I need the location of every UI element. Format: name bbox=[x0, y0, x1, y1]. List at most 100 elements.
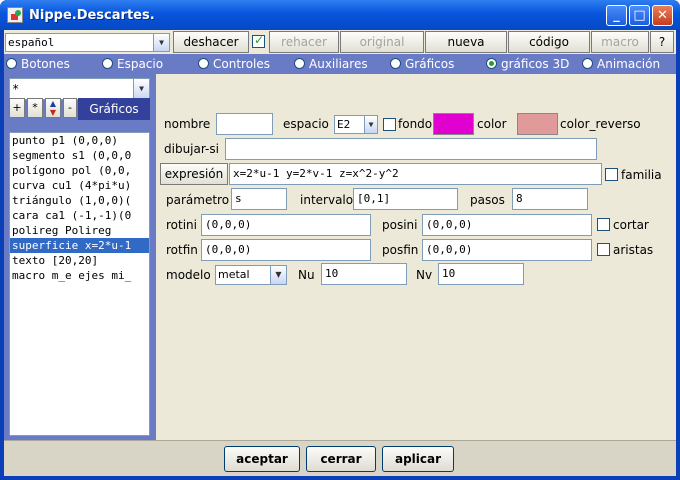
tab-label: Controles bbox=[213, 57, 271, 71]
fondo-checkbox[interactable] bbox=[383, 118, 396, 131]
tab-label: Gráficos bbox=[405, 57, 455, 71]
undo-checkbox[interactable] bbox=[252, 33, 265, 48]
modelo-label: modelo bbox=[166, 268, 211, 282]
cortar-checkbox[interactable] bbox=[597, 218, 610, 231]
new-button[interactable]: nueva bbox=[425, 31, 507, 53]
minimize-icon: _ bbox=[613, 8, 620, 23]
posini-input[interactable]: (0,0,0) bbox=[422, 214, 592, 236]
pasos-label: pasos bbox=[470, 193, 505, 207]
posfin-label: posfin bbox=[382, 243, 419, 257]
dibujar-si-input[interactable] bbox=[225, 138, 597, 160]
tab-auxiliares[interactable]: Auxiliares bbox=[294, 56, 368, 72]
tab-label: Auxiliares bbox=[309, 57, 368, 71]
color-reverso-label: color_reverso bbox=[560, 117, 641, 131]
list-item[interactable]: texto [20,20] bbox=[10, 253, 149, 268]
graficos-panel-tab[interactable]: Gráficos bbox=[78, 98, 150, 120]
aristas-label: aristas bbox=[613, 243, 654, 257]
close-icon: ✕ bbox=[657, 8, 668, 23]
left-panel: * ▼ + * ▲ ▼ - Gráficos punto p1 (0,0,0) s… bbox=[4, 74, 156, 440]
rotini-label: rotini bbox=[166, 218, 197, 232]
tab-controles[interactable]: Controles bbox=[198, 56, 270, 72]
list-item-selected[interactable]: superficie x=2*u-1 bbox=[10, 238, 149, 253]
accept-button[interactable]: aceptar bbox=[224, 446, 300, 472]
espacio-value: E2 bbox=[337, 118, 351, 131]
rotini-input[interactable]: (0,0,0) bbox=[201, 214, 371, 236]
filter-select[interactable]: * ▼ bbox=[9, 78, 150, 100]
parametro-input[interactable]: s bbox=[231, 188, 287, 210]
close-dialog-button[interactable]: cerrar bbox=[306, 446, 376, 472]
macro-button[interactable]: macro bbox=[591, 31, 649, 53]
cortar-label: cortar bbox=[613, 218, 649, 232]
properties-panel: nombre espacio E2 ▼ fondo color color_re… bbox=[156, 74, 676, 440]
tab-label: Espacio bbox=[117, 57, 164, 71]
undo-button[interactable]: deshacer bbox=[173, 31, 249, 53]
color-reverso-swatch[interactable] bbox=[517, 113, 558, 135]
radio-icon bbox=[582, 58, 593, 69]
fondo-label: fondo bbox=[398, 117, 433, 131]
move-button[interactable]: ▲ ▼ bbox=[45, 98, 61, 118]
chevron-down-icon: ▼ bbox=[364, 116, 377, 133]
posfin-input[interactable]: (0,0,0) bbox=[422, 239, 592, 261]
redo-button[interactable]: rehacer bbox=[269, 31, 339, 53]
radio-icon bbox=[198, 58, 209, 69]
add-button[interactable]: + bbox=[9, 98, 25, 118]
expresion-button[interactable]: expresión bbox=[160, 163, 228, 185]
color-label: color bbox=[477, 117, 507, 131]
list-item[interactable]: cara ca1 (-1,-1)(0 bbox=[10, 208, 149, 223]
title-bar[interactable]: Nippe.Descartes. _ □ ✕ bbox=[0, 0, 680, 30]
list-item[interactable]: polígono pol (0,0, bbox=[10, 163, 149, 178]
radio-selected-icon bbox=[486, 58, 497, 69]
posini-label: posini bbox=[382, 218, 418, 232]
dibujar-si-label: dibujar-si bbox=[164, 142, 219, 156]
code-button[interactable]: código bbox=[508, 31, 590, 53]
remove-button[interactable]: - bbox=[63, 98, 77, 118]
familia-label: familia bbox=[621, 168, 662, 182]
list-item[interactable]: triángulo (1,0,0)( bbox=[10, 193, 149, 208]
language-value: español bbox=[8, 36, 55, 49]
nombre-input[interactable] bbox=[216, 113, 273, 135]
tab-botones[interactable]: Botones bbox=[6, 56, 70, 72]
toolbar: español ▼ deshacer rehacer original nuev… bbox=[4, 30, 676, 54]
tab-label: Botones bbox=[21, 57, 70, 71]
nv-input[interactable]: 10 bbox=[438, 263, 524, 285]
list-item[interactable]: segmento s1 (0,0,0 bbox=[10, 148, 149, 163]
tab-graficos-3d[interactable]: gráficos 3D bbox=[486, 56, 569, 72]
chevron-down-icon: ▼ bbox=[133, 79, 149, 99]
list-item[interactable]: polireg Polireg bbox=[10, 223, 149, 238]
language-select[interactable]: español ▼ bbox=[5, 33, 170, 52]
espacio-label: espacio bbox=[283, 117, 329, 131]
original-button[interactable]: original bbox=[340, 31, 424, 53]
duplicate-button[interactable]: * bbox=[27, 98, 43, 118]
intervalo-input[interactable]: [0,1] bbox=[353, 188, 458, 210]
client-area: español ▼ deshacer rehacer original nuev… bbox=[4, 30, 676, 476]
graphics-list[interactable]: punto p1 (0,0,0) segmento s1 (0,0,0 polí… bbox=[9, 132, 150, 436]
pasos-input[interactable]: 8 bbox=[512, 188, 588, 210]
app-icon bbox=[7, 7, 23, 23]
tab-animacion[interactable]: Animación bbox=[582, 56, 660, 72]
color-swatch[interactable] bbox=[433, 113, 474, 135]
espacio-select[interactable]: E2 ▼ bbox=[334, 115, 378, 134]
list-item[interactable]: punto p1 (0,0,0) bbox=[10, 133, 149, 148]
rotfin-label: rotfin bbox=[166, 243, 198, 257]
minimize-button[interactable]: _ bbox=[606, 5, 627, 26]
bottom-bar: aceptar cerrar aplicar bbox=[4, 440, 676, 476]
list-item[interactable]: curva cu1 (4*pi*u) bbox=[10, 178, 149, 193]
apply-button[interactable]: aplicar bbox=[382, 446, 454, 472]
nv-label: Nv bbox=[416, 268, 433, 282]
help-button[interactable]: ? bbox=[650, 31, 674, 53]
expresion-input[interactable]: x=2*u-1 y=2*v-1 z=x^2-y^2 bbox=[229, 163, 602, 185]
maximize-button[interactable]: □ bbox=[629, 5, 650, 26]
modelo-select[interactable]: metal ▼ bbox=[215, 265, 287, 285]
window-title: Nippe.Descartes. bbox=[29, 8, 155, 23]
radio-icon bbox=[102, 58, 113, 69]
radio-icon bbox=[6, 58, 17, 69]
familia-checkbox[interactable] bbox=[605, 168, 618, 181]
rotfin-input[interactable]: (0,0,0) bbox=[201, 239, 371, 261]
chevron-down-icon: ▼ bbox=[270, 266, 286, 284]
tab-graficos[interactable]: Gráficos bbox=[390, 56, 454, 72]
list-item[interactable]: macro m_e ejes mi_ bbox=[10, 268, 149, 283]
close-button[interactable]: ✕ bbox=[652, 5, 673, 26]
nu-input[interactable]: 10 bbox=[321, 263, 407, 285]
tab-espacio[interactable]: Espacio bbox=[102, 56, 163, 72]
aristas-checkbox[interactable] bbox=[597, 243, 610, 256]
